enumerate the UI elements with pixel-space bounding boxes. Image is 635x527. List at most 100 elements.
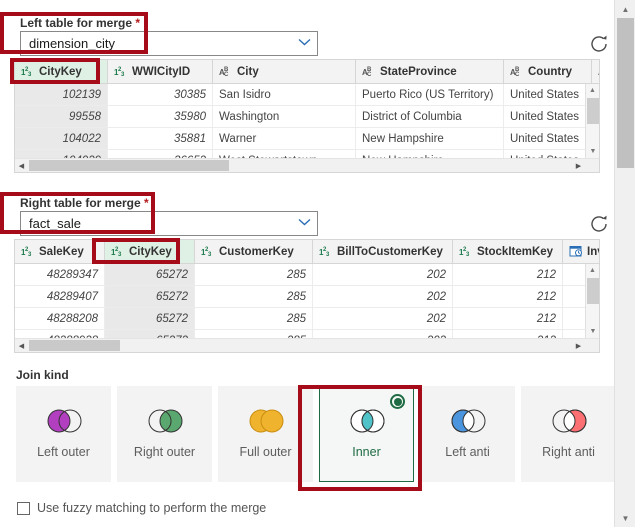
- number-type-icon: 123: [21, 64, 35, 80]
- join-kind-label-3: Inner: [352, 445, 381, 459]
- join-kind-inner[interactable]: Inner: [319, 386, 414, 482]
- left-grid-header-row: 123 CityKey 123 WWICityID ABC City ABC S…: [15, 60, 599, 84]
- scroll-thumb[interactable]: [587, 98, 599, 124]
- scroll-up-arrow-icon[interactable]: ▲: [586, 264, 599, 277]
- number-type-icon: 123: [459, 244, 473, 260]
- cell: 202: [313, 308, 453, 329]
- number-type-icon: 123: [319, 244, 333, 260]
- right-outer-venn-icon: [143, 408, 187, 437]
- cell: United States: [504, 106, 592, 127]
- svg-text:3: 3: [28, 252, 32, 257]
- cell: United States: [504, 84, 592, 105]
- full-outer-venn-icon: [244, 408, 288, 437]
- join-kind-left-anti[interactable]: Left anti: [420, 386, 515, 482]
- scroll-right-arrow-icon[interactable]: ▶: [572, 159, 585, 172]
- right-col-header-stockitemkey[interactable]: 123 StockItemKey: [453, 240, 563, 263]
- right-anti-venn-icon: [547, 408, 591, 437]
- text-type-icon: ABC: [362, 64, 376, 80]
- fuzzy-matching-option[interactable]: Use fuzzy matching to perform the merge: [17, 501, 266, 515]
- svg-text:3: 3: [121, 72, 125, 77]
- right-col-label-0: SaleKey: [39, 245, 84, 258]
- right-col-header-salekey[interactable]: 123 SaleKey: [15, 240, 105, 263]
- left-col-header-country[interactable]: ABC Country: [504, 60, 592, 83]
- left-table-dropdown[interactable]: dimension_city: [20, 31, 318, 56]
- table-row[interactable]: 48288208 65272 285 202 212 11/18/20: [15, 308, 599, 330]
- scroll-down-arrow-icon[interactable]: ▼: [586, 145, 599, 158]
- page-scroll-up-arrow-icon[interactable]: ▲: [615, 0, 635, 18]
- scroll-right-arrow-icon[interactable]: ▶: [572, 339, 585, 352]
- right-col-header-billtocustomerkey[interactable]: 123 BillToCustomerKey: [313, 240, 453, 263]
- cell: 202: [313, 264, 453, 285]
- left-refresh-icon[interactable]: [588, 33, 610, 55]
- scroll-up-arrow-icon[interactable]: ▲: [586, 84, 599, 97]
- table-row[interactable]: 48289407 65272 285 202 212 11/18/20: [15, 286, 599, 308]
- scroll-corner: [585, 159, 599, 172]
- table-row[interactable]: 99558 35980 Washington District of Colum…: [15, 106, 599, 128]
- scroll-thumb[interactable]: [29, 160, 229, 171]
- chevron-down-icon[interactable]: [295, 218, 313, 229]
- left-col-header-city[interactable]: ABC City: [213, 60, 356, 83]
- left-grid-vertical-scrollbar[interactable]: ▲ ▼: [585, 84, 599, 158]
- right-col-header-citykey[interactable]: 123 CityKey: [105, 240, 195, 263]
- left-col-header-citykey[interactable]: 123 CityKey: [15, 60, 108, 83]
- left-col-label-1: WWICityID: [132, 65, 191, 78]
- join-kind-left-outer[interactable]: Left outer: [16, 386, 111, 482]
- right-table-label: Right table for merge *: [0, 196, 149, 210]
- left-col-header-stateprovince[interactable]: ABC StateProvince: [356, 60, 504, 83]
- right-col-label-3: BillToCustomerKey: [337, 245, 443, 258]
- selected-radio-icon[interactable]: [390, 394, 405, 409]
- left-col-label-2: City: [237, 65, 259, 78]
- chevron-down-icon[interactable]: [295, 38, 313, 49]
- left-required-marker: *: [135, 16, 141, 30]
- cell: New Hampshire: [356, 128, 504, 149]
- right-table-dropdown[interactable]: fact_sale: [20, 211, 318, 236]
- left-col-header-continent[interactable]: ABC Continent: [592, 60, 600, 83]
- scroll-thumb[interactable]: [587, 278, 599, 304]
- right-refresh-icon[interactable]: [588, 213, 610, 235]
- right-table-preview-grid[interactable]: 123 SaleKey 123 CityKey 123 CustomerKey …: [14, 239, 600, 353]
- left-table-value: dimension_city: [29, 36, 115, 51]
- svg-text:3: 3: [118, 252, 122, 257]
- join-kind-right-anti[interactable]: Right anti: [521, 386, 614, 482]
- right-col-label-4: StockItemKey: [477, 245, 554, 258]
- svg-text:A: A: [598, 68, 600, 77]
- left-col-label-4: Country: [528, 65, 573, 78]
- join-kind-label-0: Left outer: [37, 445, 90, 459]
- cell: 48289407: [15, 286, 105, 307]
- number-type-icon: 123: [114, 64, 128, 80]
- table-row[interactable]: 104022 35881 Warner New Hampshire United…: [15, 128, 599, 150]
- join-kind-right-outer[interactable]: Right outer: [117, 386, 212, 482]
- scroll-corner: [585, 339, 599, 352]
- join-kind-full-outer[interactable]: Full outer: [218, 386, 313, 482]
- scroll-left-arrow-icon[interactable]: ◀: [15, 339, 28, 352]
- right-col-header-invoicedate[interactable]: InvoiceDa: [563, 240, 599, 263]
- left-grid-horizontal-scrollbar[interactable]: ◀ ▶: [15, 158, 599, 172]
- left-col-header-wwicityid[interactable]: 123 WWICityID: [108, 60, 213, 83]
- scroll-thumb[interactable]: [29, 340, 120, 351]
- dialog-vertical-scrollbar[interactable]: ▲ ▼: [614, 0, 635, 527]
- table-row[interactable]: 48289347 65272 285 202 212 11/18/20: [15, 264, 599, 286]
- page-scroll-down-arrow-icon[interactable]: ▼: [615, 509, 635, 527]
- page-scroll-thumb[interactable]: [617, 18, 634, 168]
- table-row[interactable]: 102139 30385 San Isidro Puerto Rico (US …: [15, 84, 599, 106]
- right-col-header-customerkey[interactable]: 123 CustomerKey: [195, 240, 313, 263]
- scroll-left-arrow-icon[interactable]: ◀: [15, 159, 28, 172]
- scroll-down-arrow-icon[interactable]: ▼: [586, 325, 599, 338]
- right-col-label-2: CustomerKey: [219, 245, 294, 258]
- svg-text:3: 3: [208, 252, 212, 257]
- left-table-preview-grid[interactable]: 123 CityKey 123 WWICityID ABC City ABC S…: [14, 59, 600, 173]
- right-required-marker: *: [144, 196, 149, 210]
- right-grid-vertical-scrollbar[interactable]: ▲ ▼: [585, 264, 599, 338]
- cell: 102139: [15, 84, 108, 105]
- cell: Washington: [213, 106, 356, 127]
- merge-dialog: Left table for merge * dimension_city 12…: [0, 0, 614, 527]
- cell: District of Columbia: [356, 106, 504, 127]
- cell: 35980: [108, 106, 213, 127]
- cell: 99558: [15, 106, 108, 127]
- fuzzy-matching-checkbox[interactable]: [17, 501, 30, 515]
- cell: 35881: [108, 128, 213, 149]
- right-grid-horizontal-scrollbar[interactable]: ◀ ▶: [15, 338, 599, 352]
- right-col-label-5: InvoiceDa: [587, 245, 599, 258]
- cell: 104022: [15, 128, 108, 149]
- right-grid-header-row: 123 SaleKey 123 CityKey 123 CustomerKey …: [15, 240, 599, 264]
